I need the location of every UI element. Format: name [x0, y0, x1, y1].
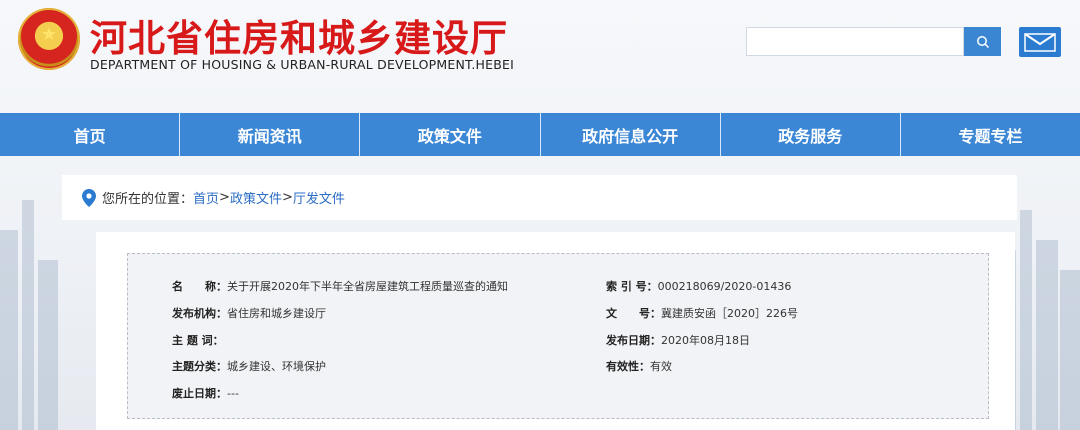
- meta-index-key: 索 引 号：: [606, 280, 658, 293]
- mail-icon: [1024, 33, 1056, 52]
- breadcrumb: 您所在的位置： 首页 > 政策文件 > 厅发文件: [62, 175, 1017, 220]
- meta-date-key: 发布日期：: [606, 334, 661, 347]
- search-icon: [976, 35, 989, 48]
- nav-item-home[interactable]: 首页: [0, 113, 181, 156]
- breadcrumb-link-dept-docs[interactable]: 厅发文件: [293, 188, 345, 207]
- site-title: 河北省住房和城乡建设厅: [90, 17, 508, 60]
- meta-category-value: 城乡建设、环境保护: [227, 360, 326, 373]
- meta-org-value: 省住房和城乡建设厅: [227, 307, 326, 320]
- search-button[interactable]: [964, 27, 1001, 56]
- meta-doc-key: 文 号：: [606, 307, 661, 320]
- meta-date-value: 2020年08月18日: [661, 334, 750, 347]
- national-emblem-logo: ★: [18, 8, 80, 70]
- document-metadata-box: 名 称：关于开展2020年下半年全省房屋建筑工程质量巡查的通知 索 引 号：00…: [127, 253, 989, 419]
- nav-item-topics[interactable]: 专题专栏: [901, 113, 1080, 156]
- search-input[interactable]: [746, 27, 964, 56]
- location-pin-icon: [82, 188, 96, 207]
- meta-doc-row: 文 号：冀建质安函［2020］226号: [606, 305, 798, 321]
- meta-index-row: 索 引 号：000218069/2020-01436: [606, 278, 791, 294]
- meta-name-row: 名 称：关于开展2020年下半年全省房屋建筑工程质量巡查的通知: [172, 278, 508, 294]
- meta-expire-value: ---: [227, 387, 239, 400]
- star-icon: ★: [40, 24, 58, 45]
- document-content: 名 称：关于开展2020年下半年全省房屋建筑工程质量巡查的通知 索 引 号：00…: [96, 232, 1015, 430]
- meta-expire-key: 废止日期：: [172, 387, 227, 400]
- meta-validity-value: 有效: [650, 360, 672, 373]
- breadcrumb-link-home[interactable]: 首页: [193, 188, 219, 207]
- site-header: ★ 河北省住房和城乡建设厅 DEPARTMENT OF HOUSING & UR…: [0, 0, 1080, 113]
- breadcrumb-separator: >: [219, 190, 230, 205]
- meta-category-key: 主题分类：: [172, 360, 227, 373]
- site-subtitle: DEPARTMENT OF HOUSING & URBAN-RURAL DEVE…: [90, 57, 515, 72]
- meta-validity-row: 有效性：有效: [606, 358, 672, 374]
- meta-expire-row: 废止日期：---: [172, 385, 239, 401]
- breadcrumb-link-policy[interactable]: 政策文件: [230, 188, 282, 207]
- meta-name-key: 名 称：: [172, 280, 227, 293]
- main-nav: 首页 新闻资讯 政策文件 政府信息公开 政务服务 专题专栏: [0, 113, 1080, 156]
- meta-subject-key: 主 题 词：: [172, 334, 224, 347]
- meta-date-row: 发布日期：2020年08月18日: [606, 332, 750, 348]
- nav-item-services[interactable]: 政务服务: [721, 113, 901, 156]
- breadcrumb-prefix: 您所在的位置：: [102, 192, 194, 207]
- meta-category-row: 主题分类：城乡建设、环境保护: [172, 358, 326, 374]
- breadcrumb-separator: >: [281, 190, 293, 205]
- meta-validity-key: 有效性：: [606, 360, 650, 373]
- nav-item-gov-info[interactable]: 政府信息公开: [541, 113, 721, 156]
- meta-doc-value: 冀建质安函［2020］226号: [661, 307, 798, 320]
- nav-item-policy[interactable]: 政策文件: [360, 113, 541, 156]
- meta-org-row: 发布机构：省住房和城乡建设厅: [172, 305, 326, 321]
- meta-name-value: 关于开展2020年下半年全省房屋建筑工程质量巡查的通知: [227, 280, 508, 293]
- meta-org-key: 发布机构：: [172, 307, 227, 320]
- meta-index-value: 000218069/2020-01436: [657, 280, 792, 293]
- meta-subject-row: 主 题 词：: [172, 332, 224, 348]
- mail-button[interactable]: [1019, 27, 1061, 57]
- nav-item-news[interactable]: 新闻资讯: [180, 113, 361, 156]
